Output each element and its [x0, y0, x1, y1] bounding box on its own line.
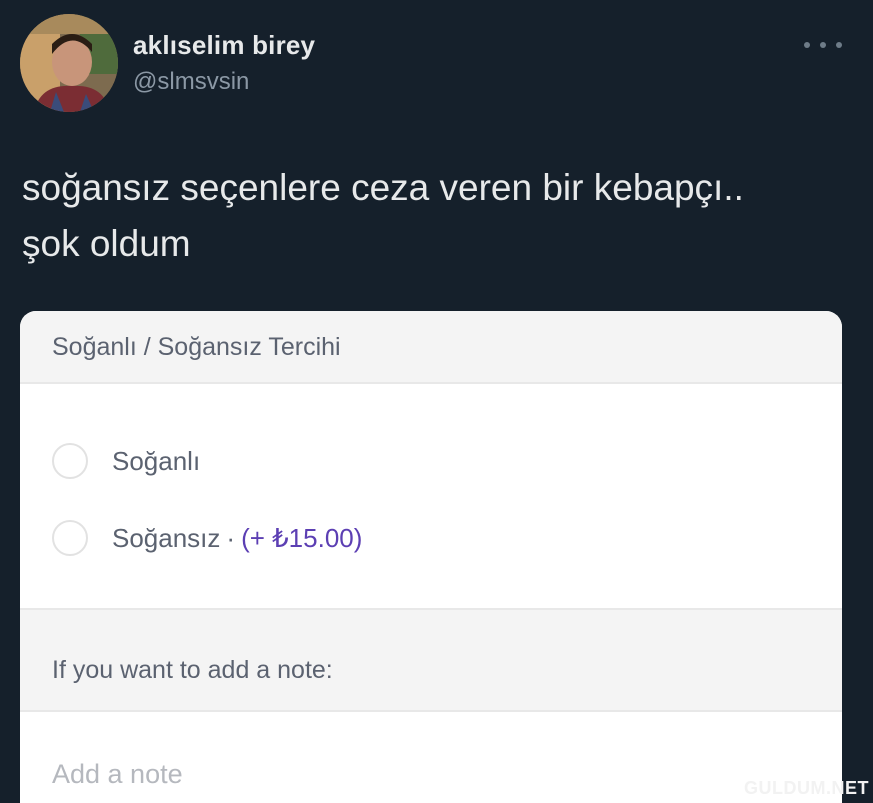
more-options-icon[interactable]: [800, 30, 846, 60]
attached-screenshot[interactable]: Soğanlı / Soğansız Tercihi Soğanlı Soğan…: [20, 311, 842, 803]
option-label: Soğansız: [112, 522, 221, 553]
tweet-text: soğansız seçenlere ceza veren bir kebapç…: [22, 160, 852, 272]
display-name[interactable]: aklıselim birey: [133, 30, 315, 61]
tweet: aklıselim birey @slmsvsin soğansız seçen…: [0, 0, 873, 803]
radio-button[interactable]: [52, 520, 88, 556]
user-handle[interactable]: @slmsvsin: [133, 68, 249, 96]
option-price: (+ ₺15.00): [241, 522, 363, 553]
tweet-text-line: soğansız seçenlere ceza veren bir kebapç…: [22, 167, 744, 208]
card-header-title: Soğanlı / Soğansız Tercihi: [52, 333, 341, 361]
note-input[interactable]: [20, 712, 842, 803]
note-label: If you want to add a note:: [52, 656, 333, 684]
option-soganli[interactable]: Soğanlı: [52, 441, 200, 481]
watermark: GULDUM.NET: [744, 778, 869, 798]
avatar[interactable]: [20, 14, 118, 112]
option-separator: ·: [226, 522, 236, 553]
radio-button[interactable]: [52, 443, 88, 479]
tweet-text-line: şok oldum: [22, 223, 191, 264]
card-header: Soğanlı / Soğansız Tercihi: [20, 311, 842, 384]
option-sogansiz[interactable]: Soğansız · (+ ₺15.00): [52, 518, 362, 558]
option-label: Soğanlı: [112, 445, 201, 476]
